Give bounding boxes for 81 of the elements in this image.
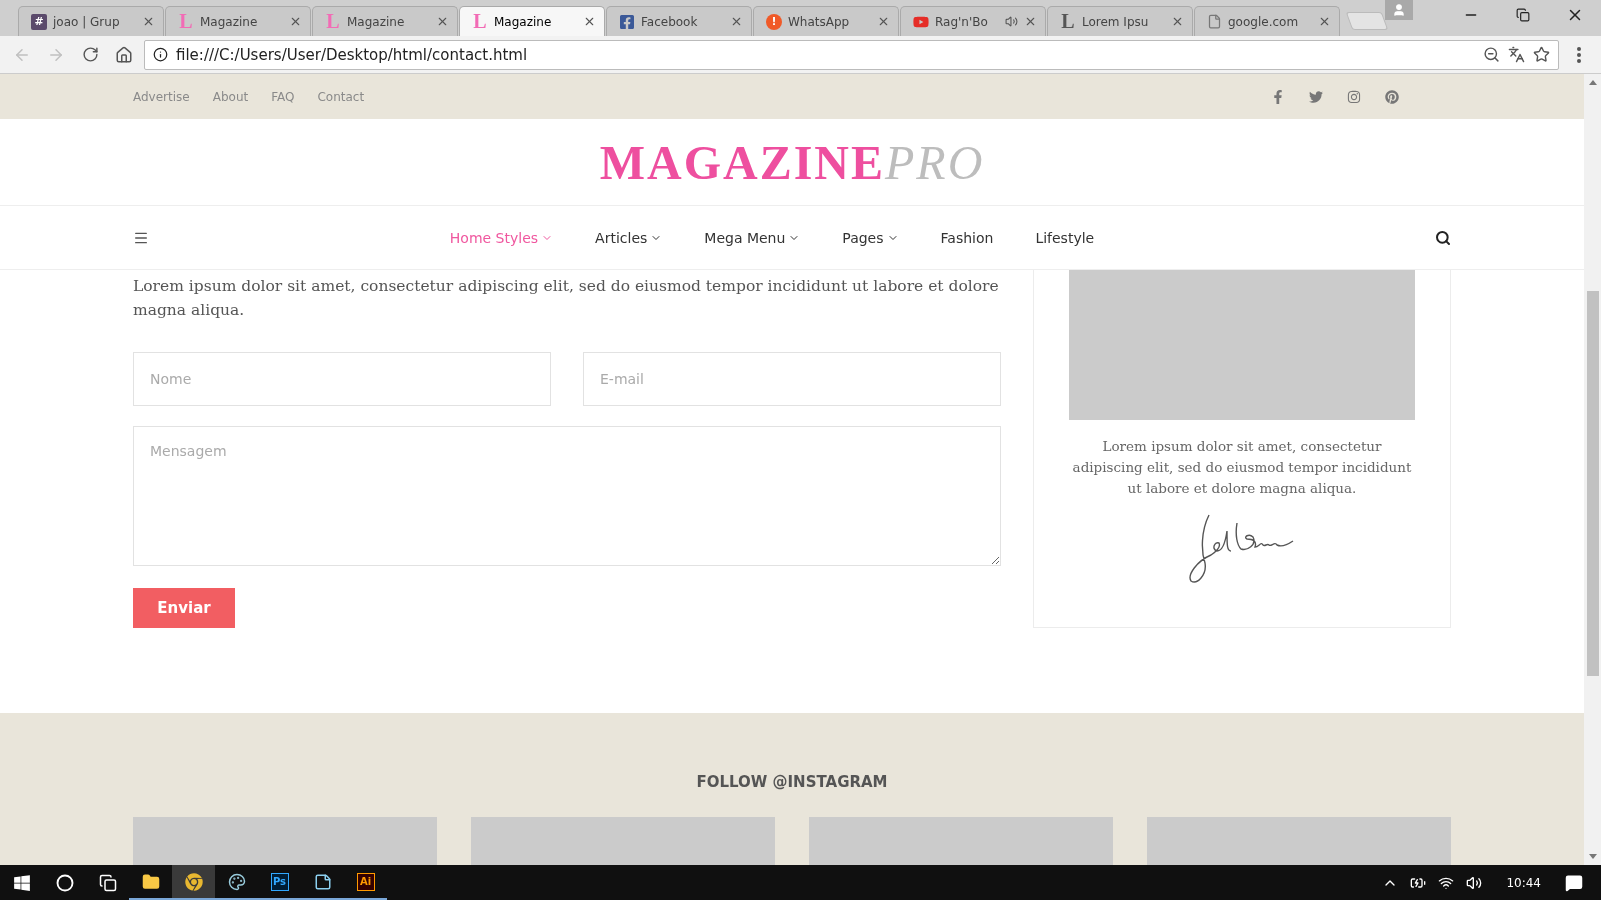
nav-link[interactable]: Mega Menu [704,229,801,246]
person-icon [1392,3,1406,17]
submit-button[interactable]: Enviar [133,588,235,628]
tab-title: Facebook [641,14,699,29]
nav-link[interactable]: Pages [842,229,899,246]
close-icon[interactable] [877,15,890,28]
facebook-icon[interactable] [1271,89,1285,104]
site-logo[interactable]: MAGAZINEPRO [599,134,985,190]
address-bar[interactable]: file:///C:/Users/User/Desktop/html/contact.html [144,39,1559,70]
email-field[interactable]: E-mail [583,352,1001,406]
taskbar-app[interactable]: Ai [344,865,387,900]
favicon-icon: ! [766,13,782,30]
favicon-icon: L [325,13,341,30]
browser-tab[interactable]: L Magazine [459,6,605,36]
palette-icon [227,872,246,891]
app-logo-icon: Ai [356,872,375,891]
notepad-icon [313,872,332,891]
twitter-icon[interactable] [1309,89,1323,104]
intro-text: Lorem ipsum dolor sit amet, consectetur adipiscing elit, sed do eiusmod tempor incididunt ut labore et dolore magna aliqua. [133,276,1000,321]
translate-icon[interactable] [1508,46,1525,63]
instagram-icon[interactable] [1347,89,1361,104]
close-icon[interactable] [730,15,743,28]
name-field[interactable]: Nome [133,352,551,406]
nav-link[interactable]: Articles [595,229,663,246]
close-icon[interactable] [436,15,449,28]
clock[interactable]: 10:44 [1506,875,1541,890]
speaker-icon[interactable] [1466,874,1483,891]
tab-title: Magazine [200,14,259,29]
nav-link[interactable]: Lifestyle [1035,229,1095,246]
close-icon[interactable] [583,15,596,28]
tab-title: Magazine [494,14,553,29]
browser-tab[interactable]: L Lorem Ipsu [1047,6,1193,36]
browser-tab[interactable]: L Magazine [312,6,458,36]
browser-tab[interactable]: Rag'n'Bo [900,6,1046,36]
pinterest-icon[interactable] [1385,89,1399,104]
close-icon[interactable] [1024,15,1037,28]
tab-title: Magazine [347,14,406,29]
search-icon[interactable] [1435,229,1451,246]
favicon-icon: # [31,13,47,30]
taskbar-app[interactable] [172,865,215,900]
folder-icon [141,872,160,891]
zoom-out-icon[interactable] [1483,46,1500,63]
card-text: Lorem ipsum dolor sit amet, consectetur adipiscing elit, sed do eiusmod tempor incididunt ut labore et dolore magna aliqua. [1071,437,1413,498]
info-icon[interactable] [153,47,168,62]
nav-link[interactable]: Fashion [940,229,994,246]
dots-icon [1577,46,1581,63]
tab-title: Lorem Ipsu [1082,14,1150,29]
favicon-icon: L [178,13,194,30]
windows-icon [12,873,31,892]
document-icon [1207,14,1222,29]
close-icon[interactable] [1171,15,1184,28]
browser-tab[interactable]: google.com [1194,6,1340,36]
tab-title: joao | Grup [53,14,121,29]
chrome-icon [184,872,203,891]
star-icon[interactable] [1533,46,1550,63]
browser-tab[interactable]: Facebook [606,6,752,36]
notification-icon[interactable] [1565,873,1583,892]
taskbar-app[interactable]: Ps [258,865,301,900]
app-logo-icon: Ps [270,872,289,891]
favicon-icon: L [472,13,488,30]
close-icon[interactable] [1318,15,1331,28]
reload-icon [81,46,99,63]
browser-tab[interactable]: # joao | Grup [18,6,164,36]
restore-icon[interactable] [1516,8,1530,22]
nav-link[interactable]: Home Styles [449,229,554,246]
browser-tab[interactable]: L Magazine [165,6,311,36]
close-icon[interactable] [142,15,155,28]
message-field[interactable]: Mensagem [133,426,1001,566]
scrollbar[interactable] [1584,74,1601,865]
close-icon[interactable] [289,15,302,28]
footer-heading: FOLLOW @INSTAGRAM [695,773,889,791]
task-view-icon [98,873,117,892]
url-text: file:///C:/Users/User/Desktop/html/contact.html [176,45,529,64]
home-icon [115,45,133,64]
circle-icon [55,873,74,892]
favicon-icon: L [1060,13,1076,30]
facebook-icon [619,13,635,30]
tab-title: Rag'n'Bo [935,14,989,29]
browser-tab[interactable]: ! WhatsApp [753,6,899,36]
tab-title: google.com [1228,14,1300,29]
tab-title: WhatsApp [788,14,851,29]
